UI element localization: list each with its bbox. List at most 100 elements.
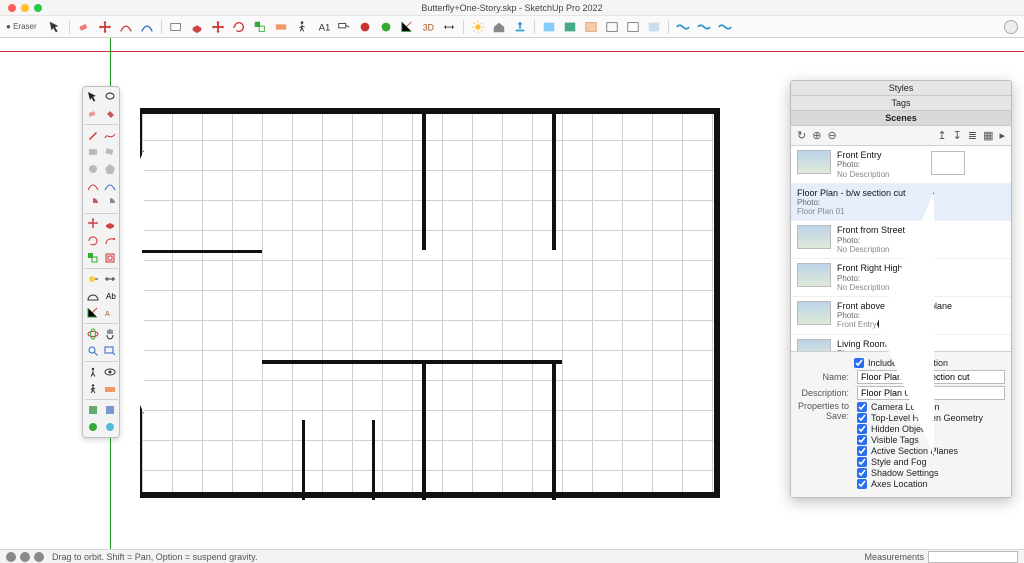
profile-avatar-icon[interactable] bbox=[1004, 20, 1018, 34]
prop-checkbox[interactable] bbox=[857, 457, 867, 467]
style1-icon[interactable] bbox=[542, 20, 556, 34]
position-icon[interactable] bbox=[85, 364, 101, 380]
pie-icon[interactable] bbox=[85, 195, 101, 211]
measurements-input[interactable] bbox=[928, 551, 1018, 563]
arc4-icon[interactable] bbox=[102, 178, 118, 194]
zoom-window-icon[interactable] bbox=[34, 4, 42, 12]
scene-list[interactable]: Front Entry Photo: No Description Floor … bbox=[791, 146, 1011, 351]
credits-icon[interactable] bbox=[20, 552, 30, 562]
eraser-icon[interactable] bbox=[77, 20, 91, 34]
style5-icon[interactable] bbox=[626, 20, 640, 34]
pie2-icon[interactable] bbox=[102, 195, 118, 211]
scene-down-icon[interactable]: ↧ bbox=[953, 129, 962, 142]
look-icon[interactable] bbox=[102, 364, 118, 380]
paintbucket-icon[interactable] bbox=[102, 106, 118, 122]
text-icon[interactable]: A1 bbox=[316, 20, 330, 34]
geo-icon[interactable] bbox=[6, 552, 16, 562]
paint-icon[interactable] bbox=[358, 20, 372, 34]
freehand-icon[interactable] bbox=[102, 127, 118, 143]
prop-checkbox[interactable] bbox=[857, 435, 867, 445]
label-icon[interactable] bbox=[337, 20, 351, 34]
prop-checkbox[interactable] bbox=[857, 446, 867, 456]
scene-item[interactable]: Front Entry Photo: No Description bbox=[791, 146, 1011, 184]
arc2-icon[interactable] bbox=[140, 20, 154, 34]
sun-icon[interactable] bbox=[471, 20, 485, 34]
move-icon[interactable] bbox=[98, 20, 112, 34]
eraser2-icon[interactable] bbox=[85, 106, 101, 122]
protractor-icon[interactable] bbox=[85, 288, 101, 304]
prop-row[interactable]: Axes Location bbox=[857, 479, 983, 489]
prop-row[interactable]: Visible Tags bbox=[857, 435, 983, 445]
axes2-icon[interactable] bbox=[85, 305, 101, 321]
view-grid-icon[interactable]: ▦ bbox=[983, 129, 993, 142]
signin-icon[interactable] bbox=[34, 552, 44, 562]
scale-icon[interactable] bbox=[253, 20, 267, 34]
select-icon[interactable] bbox=[85, 89, 101, 105]
zoom-icon[interactable] bbox=[85, 343, 101, 359]
ext3-icon[interactable] bbox=[85, 419, 101, 435]
remove-scene-icon[interactable]: ⊖ bbox=[827, 129, 836, 142]
prop-checkbox[interactable] bbox=[857, 468, 867, 478]
pushpull2-icon[interactable] bbox=[102, 216, 118, 232]
paint2-icon[interactable] bbox=[379, 20, 393, 34]
section-icon[interactable] bbox=[274, 20, 288, 34]
tape-icon[interactable] bbox=[85, 271, 101, 287]
include-animation-checkbox[interactable] bbox=[854, 358, 864, 368]
prop-checkbox[interactable] bbox=[857, 402, 867, 412]
dimension2-icon[interactable] bbox=[102, 271, 118, 287]
house-icon[interactable] bbox=[492, 20, 506, 34]
style3-icon[interactable] bbox=[584, 20, 598, 34]
refresh-icon[interactable]: ↻ bbox=[797, 129, 806, 142]
scale2-icon[interactable] bbox=[85, 250, 101, 266]
pushpull-icon[interactable] bbox=[190, 20, 204, 34]
prop-checkbox[interactable] bbox=[857, 479, 867, 489]
text2-icon[interactable]: Ab bbox=[102, 288, 118, 304]
prop-row[interactable]: Shadow Settings bbox=[857, 468, 983, 478]
ext4-icon[interactable] bbox=[102, 419, 118, 435]
scene-item[interactable]: Front from Street Photo: No Description bbox=[791, 221, 1011, 259]
wave2-icon[interactable] bbox=[697, 20, 711, 34]
ext1-icon[interactable] bbox=[85, 402, 101, 418]
cursor-icon[interactable] bbox=[48, 20, 62, 34]
arc3-icon[interactable] bbox=[85, 178, 101, 194]
pencil-icon[interactable] bbox=[85, 127, 101, 143]
style4-icon[interactable] bbox=[605, 20, 619, 34]
prop-checkbox[interactable] bbox=[857, 413, 867, 423]
rotate-icon[interactable] bbox=[232, 20, 246, 34]
style2-icon[interactable] bbox=[563, 20, 577, 34]
rotrect-icon[interactable] bbox=[102, 144, 118, 160]
arc-icon[interactable] bbox=[119, 20, 133, 34]
view-list-icon[interactable]: ≣ bbox=[968, 129, 977, 142]
axes-icon[interactable] bbox=[400, 20, 414, 34]
tab-scenes[interactable]: Scenes bbox=[791, 111, 1011, 126]
ext2-icon[interactable] bbox=[102, 402, 118, 418]
tab-tags[interactable]: Tags bbox=[791, 96, 1011, 111]
scene-item[interactable]: Floor Plan - b/w section cut Photo: Floo… bbox=[791, 184, 1011, 222]
upload-icon[interactable] bbox=[513, 20, 527, 34]
pan-icon[interactable] bbox=[102, 326, 118, 342]
tab-styles[interactable]: Styles bbox=[791, 81, 1011, 96]
section2-icon[interactable] bbox=[102, 381, 118, 397]
dimension-icon[interactable] bbox=[442, 20, 456, 34]
lasso-icon[interactable] bbox=[102, 89, 118, 105]
add-scene-icon[interactable]: ⊕ bbox=[812, 129, 821, 142]
offset-icon[interactable] bbox=[102, 250, 118, 266]
3dtext2-icon[interactable]: A bbox=[102, 305, 118, 321]
scene-up-icon[interactable]: ↥ bbox=[937, 129, 946, 142]
rotate2-icon[interactable] bbox=[85, 233, 101, 249]
walk-icon[interactable] bbox=[295, 20, 309, 34]
model-viewport[interactable]: Ab A Styles Tags Scenes ↻ ⊕ ⊖ ↥ ↧ bbox=[0, 38, 1024, 549]
minimize-window-icon[interactable] bbox=[21, 4, 29, 12]
orbit-icon[interactable] bbox=[85, 326, 101, 342]
prop-row[interactable]: Style and Fog bbox=[857, 457, 983, 467]
wave3-icon[interactable] bbox=[718, 20, 732, 34]
circle-icon[interactable] bbox=[85, 161, 101, 177]
3dtext-icon[interactable]: 3D bbox=[421, 20, 435, 34]
close-window-icon[interactable] bbox=[8, 4, 16, 12]
move2-icon[interactable] bbox=[211, 20, 225, 34]
menu-icon[interactable]: ▸ bbox=[999, 129, 1005, 142]
rect-icon[interactable] bbox=[85, 144, 101, 160]
zoomwin-icon[interactable] bbox=[102, 343, 118, 359]
prop-row[interactable]: Hidden Objects bbox=[857, 424, 983, 434]
move3-icon[interactable] bbox=[85, 216, 101, 232]
